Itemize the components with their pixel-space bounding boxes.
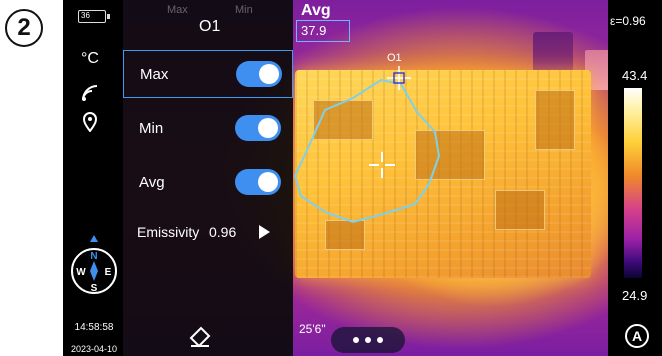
clock-time: 14:58:58 [74, 322, 114, 333]
compass-s: S [91, 283, 98, 294]
ghost-min-label: Min [235, 4, 253, 16]
menu-row-max[interactable]: Max [123, 50, 293, 98]
max-label: Max [140, 65, 169, 83]
menu-row-min[interactable]: Min [123, 104, 293, 152]
menu-title: O1 [199, 18, 221, 35]
step-number-badge: 2 [5, 9, 43, 47]
play-icon[interactable] [259, 225, 270, 239]
wifi-icon [82, 85, 98, 101]
battery-level: 36 [81, 11, 90, 20]
avg-label: Avg [139, 173, 165, 191]
menu-row-emissivity[interactable]: Emissivity 0.96 [123, 208, 293, 256]
clock-date: 2023-04-10 [70, 344, 118, 354]
temperature-unit: °C [81, 50, 99, 67]
max-toggle[interactable] [236, 61, 282, 87]
location-icon [82, 112, 98, 132]
avg-value: 37.9 [296, 20, 350, 42]
min-label: Min [139, 119, 164, 137]
auto-mode-icon[interactable]: A [625, 324, 649, 348]
compass-n: N [90, 251, 97, 262]
dot-icon [365, 337, 371, 343]
temperature-scale: ε=0.96 43.4 24.9 A [608, 0, 662, 356]
measurement-text: 25'6" [299, 322, 326, 336]
marker-crosshair-icon [387, 66, 411, 90]
compass-e: E [105, 267, 112, 278]
avg-title: Avg [301, 2, 331, 19]
menu-row-avg[interactable]: Avg [123, 158, 293, 206]
emissivity-label: Emissivity [137, 224, 200, 240]
dot-icon [377, 337, 383, 343]
device-screen: O1 Avg 37.9 25'6" Max Min O1 Max Min Avg… [63, 0, 662, 356]
min-toggle[interactable] [235, 115, 281, 141]
color-palette-bar [624, 88, 642, 278]
eraser-icon[interactable] [187, 322, 213, 348]
compass-icon: N S W E [71, 235, 117, 294]
scale-min-value: 24.9 [622, 288, 648, 303]
more-options-button[interactable] [331, 327, 405, 353]
emissivity-value: 0.96 [209, 224, 237, 240]
emissivity-indicator: ε=0.96 [610, 14, 646, 28]
center-crosshair-icon [369, 152, 395, 178]
marker-label: O1 [387, 52, 402, 64]
ghost-max-label: Max [167, 4, 188, 16]
compass-w: W [76, 267, 86, 278]
avg-toggle[interactable] [235, 169, 281, 195]
dot-icon [353, 337, 359, 343]
status-bar: 36 °C N S W E 14:58:58 2023-04-10 [63, 0, 123, 356]
region-marker-o1[interactable]: O1 [387, 52, 411, 92]
battery-icon: 36 [78, 10, 110, 23]
scale-max-value: 43.4 [622, 68, 648, 83]
measurement-settings-menu: Max Min O1 Max Min Avg Emissivity 0.96 [123, 0, 293, 356]
